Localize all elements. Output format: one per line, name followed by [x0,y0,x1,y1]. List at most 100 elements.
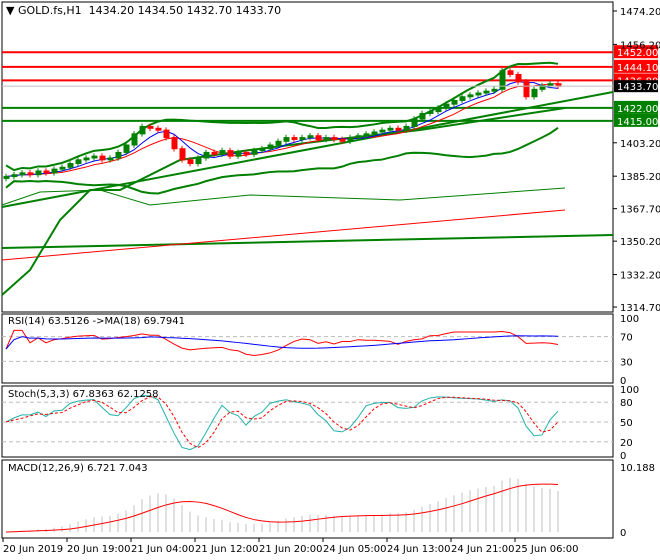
candle-body [515,73,522,83]
candle-body [187,159,194,165]
candle-body [491,88,498,92]
candle-body [323,137,330,140]
candle-body [107,157,114,161]
price-axis-label: 1456.20 [620,40,660,51]
candle-body [99,155,106,161]
candle-body [459,96,466,101]
candle-body [275,140,282,146]
candle-body [315,135,322,140]
candle-body [411,118,418,127]
candle-body [115,151,122,159]
candle-body [403,125,410,131]
rsi-label: RSI(14) 63.5126 ->MA(18) 69.7941 [8,316,185,327]
candle-body [83,157,90,161]
time-axis-label: 21 Jun 12:00 [195,544,259,555]
candle-body [27,172,34,176]
stoch-axis-label: 80 [620,398,633,409]
time-axis-label: 24 Jun 21:00 [451,544,515,555]
candle-body [195,157,202,165]
macd-label: MACD(12,26,9) 6.721 7.043 [8,463,148,474]
candle-body [307,135,314,139]
candle-body [523,81,530,98]
candle-body [3,176,10,179]
candle-body [67,163,74,168]
candle-body [331,137,338,140]
rsi-ma-line [5,335,559,350]
candle-body [11,174,18,178]
ma-long-red [1,209,566,261]
candle-body [131,133,138,146]
candle-body [75,159,82,165]
ma-long-green [1,187,566,206]
macd-axis-label: 10.188 [620,463,655,474]
ohlc-values: 1434.20 1434.50 1432.70 1433.70 [88,4,282,17]
price-axis-label: 1314.70 [620,303,660,314]
current-price-text: 1433.70 [617,82,658,93]
time-axis-label: 24 Jun 05:00 [323,544,387,555]
stoch-axis-label: 0 [620,451,626,462]
trading-chart-window: 1452.001444.101436.801422.001415.001433.… [0,0,660,560]
macd-signal-line [5,483,559,533]
candle-body [339,138,346,142]
candle-body [139,125,146,135]
candle-body [155,127,162,131]
candle-body [427,111,434,114]
candle-body [547,83,554,87]
candle-body [291,137,298,140]
rsi-axis-label: 100 [620,314,639,325]
rsi-axis-label: 70 [620,333,633,344]
price-axis-label: 1474.20 [620,7,660,18]
candle-body [387,127,394,131]
candle-body [51,168,58,174]
candle-body [419,112,426,120]
macd-axis-label: 0 [620,528,626,539]
candle-body [19,172,26,176]
candle-body [483,90,490,94]
candle-body [163,129,170,139]
bollinger-lower-band [5,127,559,195]
stoch-label: Stoch(5,3,3) 67.8363 62.1258 [8,389,159,400]
ma-fast-blue [5,81,559,178]
price-axis-label: 1403.20 [620,139,660,150]
candle-body [219,150,226,155]
price-axis-label: 1385.20 [620,172,660,183]
trend-line-2 [1,234,614,249]
candle-body [227,150,234,157]
rsi-axis-label: 30 [620,357,633,368]
time-axis-label: 21 Jun 04:00 [131,544,195,555]
candle-body [91,155,98,159]
collapse-triangle-icon[interactable]: ▼ [6,4,14,17]
time-axis-label: 20 Jun 2019 [3,544,63,555]
candle-body [147,125,154,129]
stoch-axis-label: 50 [620,418,633,429]
rsi-line [5,329,559,357]
candle-body [355,135,362,139]
candle-body [299,137,306,140]
candle-body [171,137,178,150]
candle-body [259,148,266,152]
envelope-band [1,107,566,296]
candle-body [267,144,274,150]
candle-body [371,131,378,135]
candle-body [59,166,66,170]
time-axis-label: 20 Jun 19:00 [67,544,131,555]
candle-body [451,99,458,105]
candle-body [211,151,218,155]
price-axis-label: 1350.20 [620,237,660,248]
candle-body [363,133,370,137]
stoch-axis-label: 100 [620,385,639,396]
chart-canvas[interactable]: 1452.001444.101436.801422.001415.001433.… [0,0,660,560]
stoch-axis-label: 20 [620,438,633,449]
candle-body [531,88,538,98]
chart-header: ▼ GOLD.fs,H1 1434.20 1434.50 1432.70 143… [6,4,281,17]
candle-body [507,70,514,75]
candle-body [35,170,42,176]
candle-body [203,151,210,159]
candle-body [443,103,450,109]
candle-body [475,92,482,96]
candle-body [283,137,290,142]
candle-body [123,144,130,153]
candle-body [43,170,50,174]
price-axis-label: 1332.20 [620,271,660,282]
candle-body [243,151,250,155]
